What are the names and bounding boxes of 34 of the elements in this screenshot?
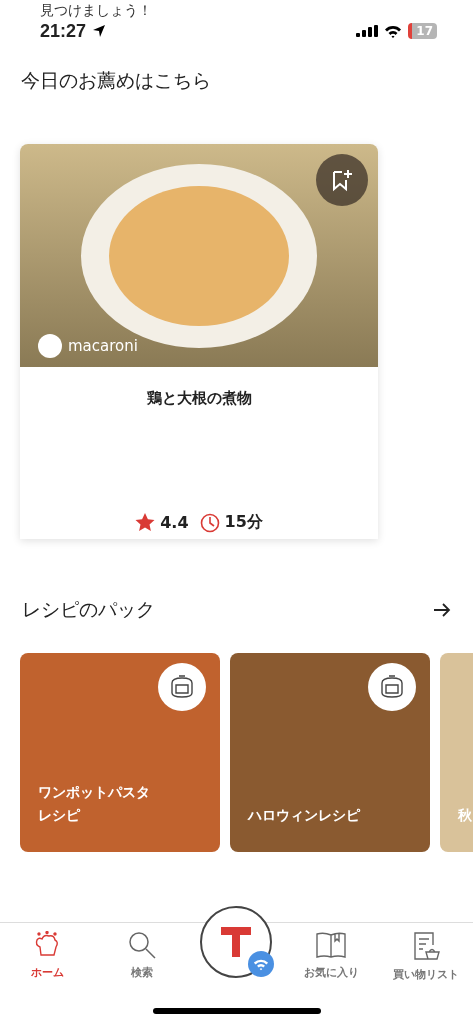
section-heading: 今日のお薦めはこちら	[21, 68, 212, 93]
tab-label: お気に入り	[303, 965, 359, 980]
bookmark-plus-icon	[331, 168, 353, 192]
search-icon	[127, 931, 156, 959]
recipe-card[interactable]: macaroni 鶏と大根の煮物 4.4 15分	[20, 144, 378, 539]
cooking-time: 15分	[224, 512, 263, 533]
shopping-list-icon	[411, 931, 440, 961]
source-name: macaroni	[68, 337, 138, 355]
status-time: 21:27	[40, 20, 87, 42]
header-text: 見つけましょう！	[39, 1, 153, 20]
signal-icon	[356, 25, 379, 37]
book-icon	[315, 931, 348, 959]
tab-item[interactable]: 買い物リスト	[383, 931, 469, 982]
tab-label: 検索	[130, 965, 153, 980]
star-icon	[135, 513, 156, 532]
location-arrow-icon	[92, 24, 107, 38]
logo-icon	[219, 925, 254, 959]
wifi-icon	[384, 24, 403, 38]
tab-label: 買い物リスト	[392, 967, 459, 982]
recipe-pack-card[interactable]: ハロウィンレシピ	[230, 653, 430, 852]
tab-label: ホーム	[30, 965, 64, 980]
arrow-right-icon[interactable]	[433, 603, 451, 617]
recipe-pack-card[interactable]: ワンポットパスタレシピ	[20, 653, 220, 852]
pack-title: ハロウィンレシピ	[248, 805, 360, 825]
recipe-title: 鶏と大根の煮物	[146, 389, 252, 408]
battery-level: 17	[408, 23, 437, 39]
tab-item[interactable]: ホーム	[4, 931, 90, 982]
pack-title: ワンポットパスタレシピ	[38, 783, 151, 825]
rating-value: 4.4	[160, 513, 189, 532]
section-heading: レシピのパック	[22, 597, 155, 622]
pack-title: 秋	[458, 805, 472, 825]
tab-item[interactable]: 検索	[99, 931, 185, 982]
tab-item[interactable]: お気に入り	[288, 931, 374, 982]
clock-icon	[199, 512, 220, 533]
